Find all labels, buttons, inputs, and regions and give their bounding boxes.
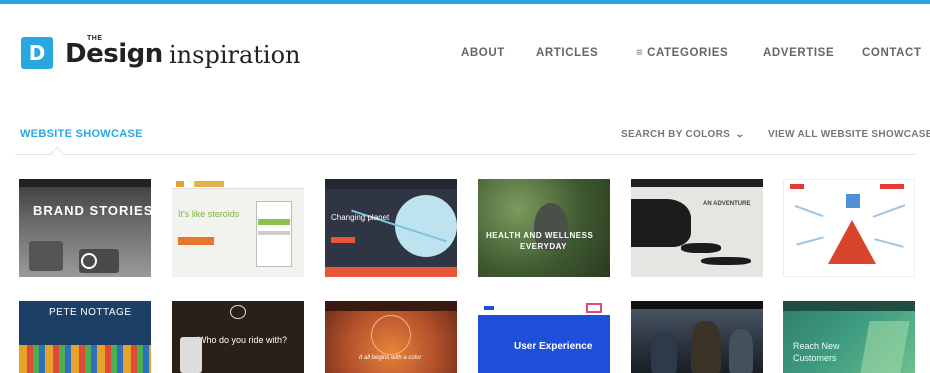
top-accent-bar	[0, 0, 930, 4]
section-indicator-notch	[49, 146, 65, 162]
search-by-colors-label: SEARCH BY COLORS	[621, 129, 731, 140]
showcase-thumbnail[interactable]: AN ADVENTURE	[631, 179, 763, 277]
nav-categories[interactable]: ≡ CATEGORIES	[636, 47, 728, 59]
showcase-thumbnail[interactable]: HEALTH AND WELLNESS EVERYDAY	[478, 179, 610, 277]
logo-design: Design	[65, 39, 163, 69]
logo-inspiration: inspiration	[169, 41, 301, 69]
showcase-thumbnail[interactable]: Reach New Customers	[783, 301, 915, 373]
section-divider	[15, 154, 915, 155]
showcase-thumbnail[interactable]: PETE NOTTAGE	[19, 301, 151, 373]
view-all-showcase-link[interactable]: VIEW ALL WEBSITE SHOWCASE	[768, 129, 930, 140]
section-title[interactable]: WEBSITE SHOWCASE	[20, 128, 143, 140]
logo-letter: D	[28, 41, 46, 65]
showcase-thumbnail[interactable]	[783, 179, 915, 277]
thumbnail-caption: User Experience	[514, 341, 593, 352]
nav-about[interactable]: ABOUT	[461, 47, 505, 59]
thumbnail-caption-line2: Customers	[793, 353, 837, 363]
showcase-thumbnail[interactable]: User Experience	[478, 301, 610, 373]
chevron-down-icon: ⌄	[734, 129, 746, 139]
showcase-thumbnail[interactable]: It all begins with a color	[325, 301, 457, 373]
site-logo[interactable]: D THE Design inspiration	[21, 35, 301, 75]
thumbnail-caption: BRAND STORIES	[33, 203, 151, 218]
nav-advertise[interactable]: ADVERTISE	[763, 47, 834, 59]
thumbnail-caption: Who do you ride with?	[198, 335, 288, 345]
showcase-thumbnail[interactable]: BRAND STORIES	[19, 179, 151, 277]
thumbnail-caption: Reach New	[793, 341, 840, 351]
thumbnail-caption: It all begins with a color	[359, 355, 422, 361]
thumbnail-caption: PETE NOTTAGE	[49, 307, 132, 318]
thumbnail-caption-line2: EVERYDAY	[520, 242, 567, 251]
showcase-thumbnail[interactable]	[631, 301, 763, 373]
nav-contact[interactable]: CONTACT	[862, 47, 922, 59]
showcase-thumbnail[interactable]: Who do you ride with?	[172, 301, 304, 373]
nav-articles[interactable]: ARTICLES	[536, 47, 598, 59]
thumbnail-caption: AN ADVENTURE	[703, 201, 751, 207]
showcase-thumbnail[interactable]: It's like steroids	[172, 179, 304, 277]
showcase-thumbnail[interactable]: Changing planet	[325, 179, 457, 277]
thumbnail-caption: Changing planet	[331, 213, 390, 222]
thumbnail-caption: HEALTH AND WELLNESS	[486, 231, 594, 240]
search-by-colors-dropdown[interactable]: SEARCH BY COLORS ⌄	[621, 129, 746, 140]
thumbnail-caption: It's like steroids	[178, 209, 240, 219]
logo-badge: D	[21, 37, 53, 69]
